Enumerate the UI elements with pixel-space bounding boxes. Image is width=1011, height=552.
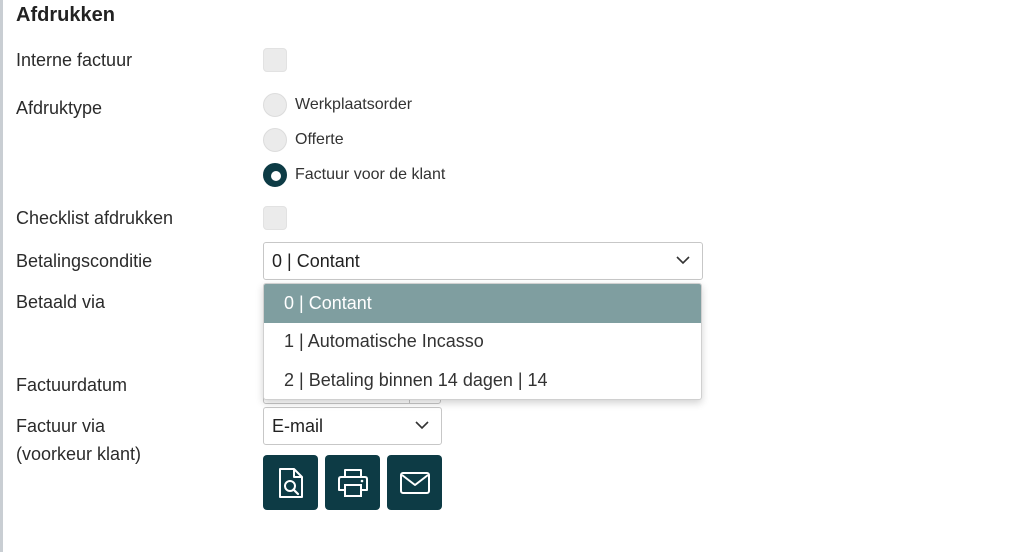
print-checklist-checkbox[interactable] <box>263 206 287 230</box>
payment-condition-value: 0 | Contant <box>272 250 360 271</box>
preview-button[interactable] <box>263 455 318 510</box>
chevron-down-icon <box>415 421 429 430</box>
radio-factuur-voor-de-klant[interactable]: Factuur voor de klant <box>263 162 445 188</box>
panel-left-border <box>0 0 3 552</box>
radio-label: Factuur voor de klant <box>295 166 446 183</box>
payment-condition-dropdown: 0 | Contant 1 | Automatische Incasso 2 |… <box>263 283 702 400</box>
payment-condition-label: Betalingsconditie <box>16 251 153 271</box>
dropdown-option-contant[interactable]: 0 | Contant <box>264 284 701 323</box>
radio-werkplaatsorder[interactable]: Werkplaatsorder <box>263 92 412 118</box>
printer-icon <box>337 468 368 497</box>
radio-button[interactable] <box>263 128 287 152</box>
invoice-date-label: Factuurdatum <box>16 375 128 395</box>
paid-via-label: Betaald via <box>16 292 106 312</box>
dropdown-option-automatische-incasso[interactable]: 1 | Automatische Incasso <box>264 323 701 362</box>
internal-invoice-label: Interne factuur <box>16 50 133 70</box>
invoice-via-select[interactable]: E-mail <box>263 407 442 445</box>
document-search-icon <box>278 467 303 498</box>
radio-button[interactable] <box>263 93 287 117</box>
print-checklist-label: Checklist afdrukken <box>16 208 174 228</box>
invoice-via-sublabel: (voorkeur klant) <box>16 444 142 464</box>
radio-label: Offerte <box>295 131 344 148</box>
email-button[interactable] <box>387 455 442 510</box>
payment-condition-select[interactable]: 0 | Contant <box>263 242 703 280</box>
radio-button-checked[interactable] <box>263 163 287 187</box>
internal-invoice-checkbox[interactable] <box>263 48 287 72</box>
envelope-icon <box>399 471 430 494</box>
invoice-via-label: Factuur via <box>16 416 106 436</box>
section-title: Afdrukken <box>16 4 115 26</box>
print-type-label: Afdruktype <box>16 98 103 118</box>
dropdown-option-betaling-14-dagen[interactable]: 2 | Betaling binnen 14 dagen | 14 <box>264 361 701 399</box>
radio-offerte[interactable]: Offerte <box>263 127 344 153</box>
invoice-via-value: E-mail <box>272 415 324 436</box>
chevron-down-icon <box>676 256 690 265</box>
radio-label: Werkplaatsorder <box>295 96 413 113</box>
print-button[interactable] <box>325 455 380 510</box>
